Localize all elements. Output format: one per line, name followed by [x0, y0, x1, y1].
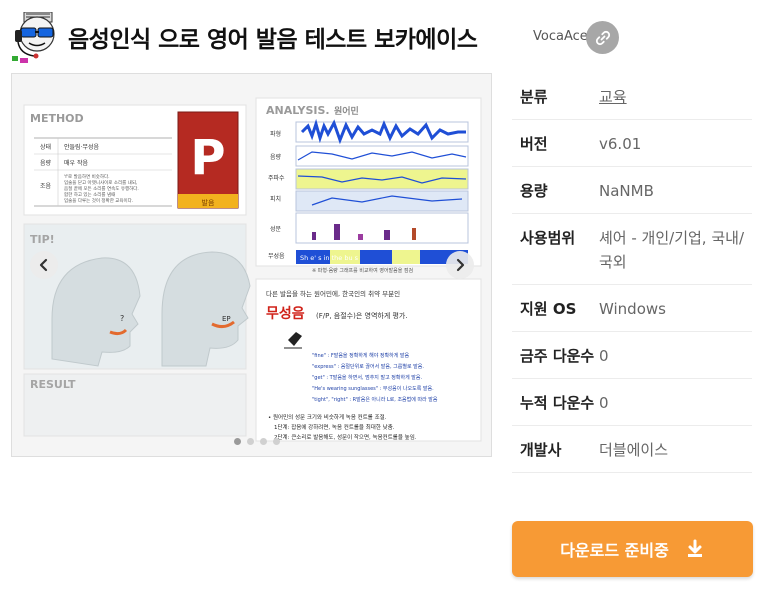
detail-row-weekly-downloads: 금주 다운수 0 — [512, 332, 752, 379]
detail-label: 분류 — [520, 88, 548, 106]
gallery-dot[interactable] — [273, 438, 280, 445]
letter-caption: 발음 — [202, 198, 215, 207]
detail-row-size: 용량 NaNMB — [512, 167, 752, 214]
gallery-dot[interactable] — [234, 438, 241, 445]
detail-label: 지원 OS — [520, 300, 577, 318]
method-row-label: 조음 — [40, 183, 52, 190]
method-note: 입술을 닫고 아랫니사이로 소리를 내되, — [64, 179, 137, 186]
app-details: 분류 교육 버전 v6.01 용량 NaNMB 사용범위 셰어 - 개인/기업,… — [512, 73, 752, 473]
analysis-row-label: 음량 — [270, 154, 282, 161]
version-value: v6.01 — [599, 135, 642, 153]
chevron-right-icon — [456, 258, 465, 272]
gallery-dot[interactable] — [247, 438, 254, 445]
analysis-row-label: 주파수 — [268, 174, 285, 182]
ep-label: EP — [222, 315, 231, 323]
detail-label: 사용범위 — [520, 229, 576, 247]
detail-label: 용량 — [520, 182, 548, 200]
os-value: Windows — [599, 300, 666, 318]
analysis-title: ANALYSIS. — [266, 104, 330, 117]
note-step-1: 1단계: 잡음에 강하려면, 녹음 컨트롤을 최대한 낮춤. — [274, 423, 395, 431]
note-highlight-rest: (F/P, 음절수)은 영역하게 평가. — [316, 311, 408, 320]
method-row-value: 안들림·무성음 — [64, 143, 100, 151]
detail-label: 누적 다운수 — [520, 394, 595, 412]
detail-row-developer: 개발사 더블에이스 — [512, 426, 752, 473]
detail-row-os: 지원 OS Windows — [512, 285, 752, 332]
example-line: "fine" : F발음을 정확하게 해야 정확하게 발음 — [312, 352, 409, 359]
gallery-dot[interactable] — [260, 438, 267, 445]
download-label: 다운로드 준비중 — [560, 541, 669, 560]
example-line: "express" : 음절단위로 끊어서 발음, 그룹별로 발음. — [312, 363, 424, 370]
total-downloads-value: 0 — [599, 394, 609, 412]
weekly-downloads-value: 0 — [599, 347, 609, 365]
detail-row-version: 버전 v6.01 — [512, 120, 752, 167]
analysis-row-label: 파형 — [270, 130, 281, 138]
analysis-row-label: 피치 — [270, 195, 281, 203]
detail-label: 버전 — [520, 135, 548, 153]
analysis-row-label: 성문 — [270, 225, 282, 233]
pronunciation-letter: P — [190, 130, 225, 186]
cartoon-face-headset-icon — [12, 12, 55, 63]
detail-row-license: 사용범위 셰어 - 개인/기업, 국내/국외 — [512, 214, 752, 285]
note-step-2: 2단계: 큰소리로 발음해도, 성문이 작으면, 녹음컨트롤을 높임. — [274, 433, 417, 441]
method-note: 'f'로 발음하면 비슷하다. — [64, 173, 110, 180]
screenshot-gallery[interactable]: METHOD 상태 안들림·무성음 음량 매우 작음 조음 'f'로 발음하면 … — [11, 73, 492, 457]
gallery-prev-button[interactable] — [30, 251, 58, 279]
detail-label: 개발사 — [520, 441, 562, 459]
chevron-left-icon — [39, 258, 48, 272]
method-note: 합한 하고 있는 소리를 냄때 — [64, 191, 115, 198]
license-value: 셰어 - 개인/기업, 국내/국외 — [599, 229, 744, 271]
detail-row-total-downloads: 누적 다운수 0 — [512, 379, 752, 426]
example-line: "get" : T발음을 하면서, 멈추지 말고 정확하게 발음. — [312, 374, 422, 381]
method-row-label: 음량 — [40, 160, 52, 167]
method-note: 입술을 다루는 것이 정확한 교육이다. — [64, 197, 133, 204]
share-link-button[interactable] — [586, 21, 619, 54]
method-row-value: 매우 작음 — [64, 159, 88, 167]
app-title: 음성인식 으로 영어 발음 테스트 보카에이스 — [68, 27, 478, 53]
app-header: 음성인식 으로 영어 발음 테스트 보카에이스 VocaAce — [10, 8, 750, 68]
size-value: NaNMB — [599, 182, 654, 200]
method-row-label: 상태 — [40, 143, 51, 151]
screenshot-slide: METHOD 상태 안들림·무성음 음량 매우 작음 조음 'f'로 발음하면 … — [12, 74, 491, 456]
developer-value: 더블에이스 — [599, 441, 669, 459]
method-note: 음절 끝에 모든 소리를 연속도 유행하다. — [64, 185, 139, 192]
analysis-caption: ※ 파형·음량 그래프를 비교하여 영어발음을 점검 — [312, 267, 413, 274]
publisher-name[interactable]: VocaAce — [533, 29, 588, 44]
analysis-row-label: 무성음 — [268, 252, 285, 260]
note-intro: 다른 발음을 하는 원어민에, 한국인의 취약 부분인 — [266, 289, 400, 298]
detail-row-category: 분류 교육 — [512, 73, 752, 120]
svg-text:?: ? — [120, 314, 124, 323]
download-icon — [687, 539, 702, 557]
link-icon — [595, 30, 610, 45]
gallery-next-button[interactable] — [446, 251, 474, 279]
example-line: "He's wearing sunglasses" : 무성음이 나오도록 발음… — [312, 385, 434, 392]
note-highlight: 무성음 — [266, 306, 305, 322]
method-title: METHOD — [30, 112, 84, 125]
category-link[interactable]: 교육 — [599, 85, 627, 109]
tip-title: TIP! — [30, 233, 55, 246]
download-button[interactable]: 다운로드 준비중 — [512, 521, 753, 577]
gallery-pagination — [234, 438, 280, 445]
note-bullet: • 원어민의 성문 크기와 비슷하게 녹음 컨트롤 조절. — [268, 413, 387, 421]
result-title: RESULT — [30, 378, 76, 391]
phoneme-strip: Sh e' s in the bu s — [300, 254, 359, 262]
analysis-subtitle: 원어민 — [334, 105, 359, 117]
example-line: "tight", "right" : R발음은 아니라 L로, 조음법에 따라 … — [312, 396, 438, 403]
detail-label: 금주 다운수 — [520, 347, 595, 365]
